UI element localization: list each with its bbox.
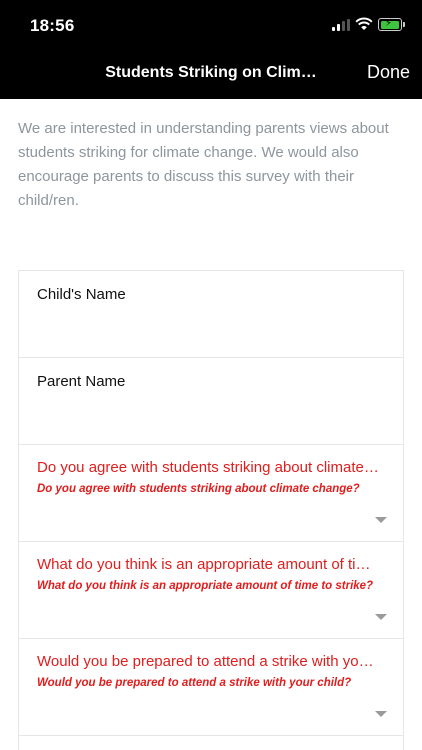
survey-intro: We are interested in understanding paren… [18,120,389,209]
question-sublabel: Would you be prepared to attend a strike… [37,677,352,689]
chevron-down-icon[interactable] [375,614,387,620]
page-title: Students Striking on Clim… [105,64,317,81]
survey-form: Child's Name Parent Name Do you agree wi… [18,270,404,750]
battery-nub [403,22,405,27]
question-attend-select[interactable]: Would you be prepared to attend a strike… [19,639,403,736]
signal-icon [332,19,350,31]
wifi-icon [355,17,373,30]
chevron-down-icon[interactable] [375,517,387,523]
question-sublabel: What do you think is an appropriate amou… [37,580,374,592]
battery-charging-icon: ⚡ [378,18,402,31]
done-button[interactable]: Done [367,62,410,83]
nav-bar: Students Striking on Clim… Done [0,50,422,99]
childs-name-field[interactable]: Child's Name [19,271,403,358]
question-label: What do you think is an appropriate amou… [37,556,379,573]
status-time: 18:56 [30,16,75,35]
question-time-select[interactable]: What do you think is an appropriate amou… [19,542,403,639]
question-label: Do you agree with students striking abou… [37,459,379,476]
chevron-down-icon[interactable] [375,711,387,717]
field-label: Child's Name [37,286,126,303]
parent-name-field[interactable]: Parent Name [19,358,403,445]
status-bar: 18:56 ⚡ [0,0,422,50]
field-label: Parent Name [37,373,126,390]
question-label: Would you be prepared to attend a strike… [37,653,379,670]
question-agree-select[interactable]: Do you agree with students striking abou… [19,445,403,542]
question-sublabel: Do you agree with students striking abou… [37,483,360,495]
